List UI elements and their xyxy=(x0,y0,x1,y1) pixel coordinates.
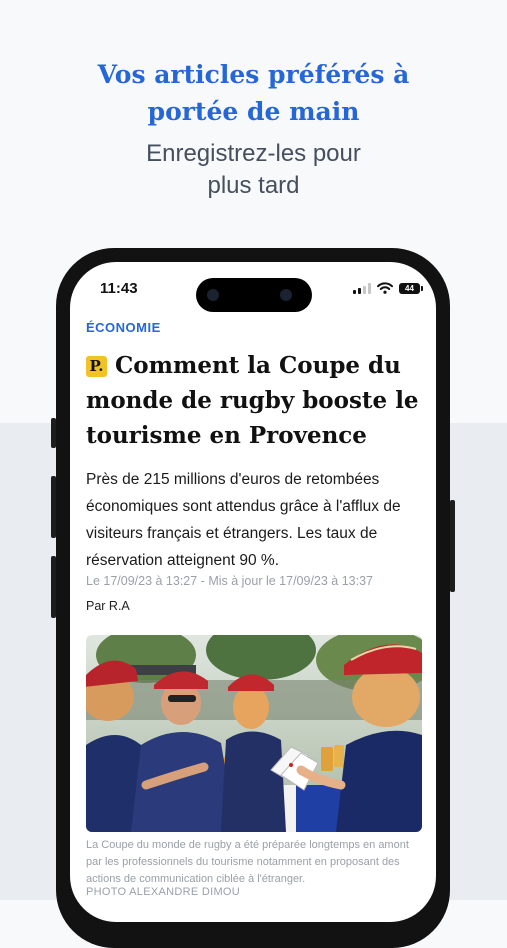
photo-caption: La Coupe du monde de rugby a été préparé… xyxy=(86,839,409,885)
promo-title: Vos articles préférés à portée de main xyxy=(0,56,507,130)
phone-screen: 11:43 44 ÉCONOMIE P. Comment la Coupe du … xyxy=(70,262,436,922)
article-author: Par R.A xyxy=(86,599,130,613)
dynamic-island xyxy=(196,278,312,312)
sensor-icon xyxy=(280,289,292,301)
wifi-icon xyxy=(377,282,393,294)
phone-volume-down-button xyxy=(51,556,56,618)
phone-volume-up-button xyxy=(51,476,56,538)
article-category[interactable]: ÉCONOMIE xyxy=(86,320,161,335)
promo-subtitle: Enregistrez-les pour plus tard xyxy=(0,138,507,202)
phone-power-button xyxy=(450,500,455,592)
article-intro: Près de 215 millions d'euros de retombée… xyxy=(86,471,401,569)
battery-icon: 44 xyxy=(399,282,423,294)
promo-subtitle-line1: Enregistrez-les pour xyxy=(146,140,361,167)
article-photo[interactable] xyxy=(86,635,422,832)
article-dateline: Le 17/09/23 à 13:27 - Mis à jour le 17/0… xyxy=(86,574,374,588)
photo-credit: PHOTO ALEXANDRE DIMOU xyxy=(86,886,241,898)
promo-title-line1: Vos articles préférés à xyxy=(97,60,410,89)
promo-title-line2: portée de main xyxy=(147,97,360,126)
phone-mute-switch xyxy=(51,418,56,448)
camera-icon xyxy=(207,289,219,301)
status-time: 11:43 xyxy=(100,280,138,297)
article-headline-text: Comment la Coupe du monde de rugby boost… xyxy=(86,352,419,449)
status-icons: 44 xyxy=(353,282,423,294)
premium-badge-icon: P. xyxy=(86,356,107,377)
article-headline: P. Comment la Coupe du monde de rugby boo… xyxy=(86,348,426,453)
signal-icon xyxy=(353,282,371,294)
promo-subtitle-line2: plus tard xyxy=(207,172,300,199)
